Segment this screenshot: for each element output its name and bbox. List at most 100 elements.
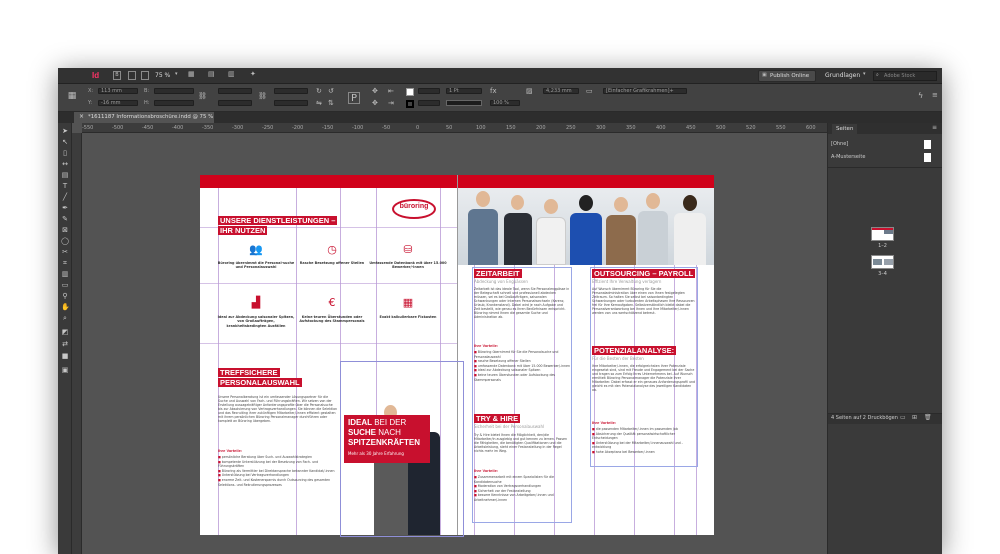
line-tool-icon[interactable]: ╱ [61, 193, 69, 201]
spread-thumbnail-2[interactable] [871, 255, 894, 269]
service-text[interactable]: Büroring übernimmt die Personal-suche un… [217, 261, 295, 270]
gradient-tool-icon[interactable]: ▥ [61, 270, 69, 278]
scissors-tool-icon[interactable]: ✂ [61, 248, 69, 256]
service-text[interactable]: Exakt kalkulierbare Fixkosten [369, 315, 447, 319]
gpu-preview-icon[interactable]: ✦ [250, 71, 256, 78]
object-style-dropdown[interactable]: [Einfacher Grafikrahmen]+ [603, 88, 687, 94]
pages-tab[interactable]: Seiten [832, 124, 858, 134]
services-heading-line2[interactable]: IHR NUTZEN [218, 226, 268, 235]
select-container-icon[interactable]: ✥ [372, 88, 378, 95]
guide [200, 283, 457, 284]
gap-tool-icon[interactable]: ↔ [61, 160, 69, 168]
rotate-ccw-icon[interactable]: ↺ [328, 88, 334, 95]
bridge-icon[interactable]: B [113, 71, 121, 80]
paragraph-icon[interactable]: P [348, 92, 360, 104]
zoom-level[interactable]: 75 % [155, 71, 170, 80]
text-frame[interactable] [472, 267, 572, 523]
selection-heading-line1[interactable]: TREFFSICHERE [218, 368, 280, 377]
service-text[interactable]: Keine teuren Überstunden oder Aufstockun… [293, 315, 371, 324]
pasteboard[interactable]: büroring UNSERE DIENSTLEISTUNGEN – IHR N… [82, 133, 827, 554]
reference-point-icon[interactable]: ▦ [67, 92, 77, 102]
master-a[interactable]: A-Musterseite [831, 152, 931, 163]
opacity-field[interactable]: 100 % [490, 100, 520, 106]
fill-swatch-dropdown[interactable] [418, 88, 440, 94]
view-options-icon[interactable] [128, 71, 136, 80]
new-page-icon[interactable]: ⊞ [912, 415, 917, 421]
x-position-field[interactable]: 113 mm [98, 88, 138, 94]
y-position-field[interactable]: -16 mm [98, 100, 138, 106]
stock-search-field[interactable]: ⌕ Adobe Stock [873, 71, 937, 81]
select-content-icon[interactable]: ✥ [372, 100, 378, 107]
scale-y-field[interactable] [218, 100, 252, 106]
spread-thumbnail-1[interactable] [871, 227, 894, 241]
service-text[interactable]: Ideal zur Abdeckung saisonaler Spitzen, … [217, 315, 295, 328]
pen-tool-icon[interactable]: ✒ [61, 204, 69, 212]
arrange-docs-icon[interactable]: ▥ [228, 71, 235, 78]
stroke-swatch-dropdown[interactable] [418, 100, 440, 106]
selection-bullets[interactable]: persönliche Beratung über Such- und Ausw… [218, 455, 338, 487]
shear-field[interactable] [274, 100, 308, 106]
selection-body[interactable]: Unsere Personalberatung ist ein umfassen… [218, 395, 338, 445]
text-frame[interactable] [590, 267, 698, 467]
vertical-ruler[interactable] [72, 133, 82, 554]
service-text[interactable]: Rasche Besetzung offener Stellen [293, 261, 371, 265]
screen-mode-icon[interactable] [141, 71, 149, 80]
fill-stroke-icon[interactable]: ◩ [61, 328, 69, 336]
stroke-weight-field[interactable]: 1 Pt [446, 88, 482, 94]
width-field[interactable] [154, 88, 194, 94]
constrain-icon[interactable]: ⛓ [258, 93, 267, 100]
delete-page-icon[interactable]: 🗑 [924, 415, 932, 421]
panel-menu-icon[interactable]: ≡ [932, 125, 937, 131]
layout-icon[interactable]: ▦ [188, 71, 195, 78]
note-tool-icon[interactable]: ▭ [61, 281, 69, 289]
rotation-field[interactable] [274, 88, 308, 94]
scale-x-field[interactable] [218, 88, 252, 94]
workers-photo[interactable] [458, 188, 714, 265]
document-tab[interactable]: × *1611187 Informationsbroschüre.indd @ … [74, 112, 214, 123]
eyedropper-tool-icon[interactable]: ⚲ [61, 292, 69, 300]
selection-heading-line2[interactable]: PERSONALAUSWAHL [218, 378, 302, 387]
workspace-switcher[interactable]: Grundlagen [825, 71, 860, 80]
close-tab-button[interactable]: × [79, 113, 84, 121]
ruler-tick: -550 [82, 125, 94, 131]
next-object-icon[interactable]: ⇥ [388, 100, 394, 107]
fill-color-icon[interactable] [406, 88, 414, 96]
rotate-cw-icon[interactable]: ↻ [316, 88, 322, 95]
direct-selection-tool-icon[interactable]: ↖ [61, 138, 69, 146]
selection-tool-icon[interactable]: ➤ [61, 127, 69, 135]
services-heading-line1[interactable]: UNSERE DIENSTLEISTUNGEN – [218, 216, 338, 225]
people-icon: 👥 [249, 243, 263, 256]
link-proportions-icon[interactable]: ⛓ [198, 93, 207, 100]
hand-tool-icon[interactable]: ✋ [61, 303, 70, 311]
service-text[interactable]: Umfassende Datenbank mit über 15.000 Bew… [369, 261, 447, 270]
dimension-field[interactable]: 4,233 mm [543, 88, 579, 94]
content-collector-icon[interactable]: ▤ [61, 171, 69, 179]
type-tool-icon[interactable]: T [61, 182, 69, 190]
height-field[interactable] [154, 100, 194, 106]
edit-page-size-icon[interactable]: ▭ [900, 415, 906, 421]
effects-icon[interactable]: fx [490, 88, 497, 95]
stroke-color-icon[interactable] [406, 100, 414, 108]
apply-color-icon[interactable]: ■ [61, 352, 69, 360]
pencil-tool-icon[interactable]: ✎ [61, 215, 69, 223]
panel-menu-icon[interactable]: ≡ [932, 92, 938, 99]
drop-shadow-icon[interactable]: ▨ [526, 88, 533, 95]
stroke-type-dropdown[interactable] [446, 100, 482, 106]
flip-h-icon[interactable]: ⇋ [316, 100, 322, 107]
lightning-icon[interactable]: ϟ [918, 92, 923, 100]
preview-mode-icon[interactable]: ▣ [61, 366, 69, 374]
master-none[interactable]: [Ohne] [831, 139, 931, 150]
horizontal-ruler[interactable]: -550 -500 -450 -400 -350 -300 -250 -200 … [82, 123, 827, 133]
swap-colors-icon[interactable]: ⇄ [61, 340, 69, 348]
arrange-icon[interactable]: ▤ [208, 71, 215, 78]
flip-v-icon[interactable]: ⇅ [328, 100, 334, 107]
zoom-tool-icon[interactable]: ⌕ [61, 314, 69, 322]
page-tool-icon[interactable]: ▯ [61, 149, 69, 157]
publish-online-button[interactable]: ▣ Publish Online [758, 70, 816, 82]
rectangle-frame-tool-icon[interactable]: ⊠ [61, 226, 69, 234]
ellipse-tool-icon[interactable]: ◯ [61, 237, 69, 245]
prev-object-icon[interactable]: ⇤ [388, 88, 394, 95]
free-transform-tool-icon[interactable]: ⌗ [61, 259, 69, 267]
text-wrap-icon[interactable]: ▭ [586, 88, 593, 95]
ideal-banner[interactable]: IDEAL BEI DER SUCHE NACH SPITZENKRÄFTEN … [344, 415, 430, 463]
